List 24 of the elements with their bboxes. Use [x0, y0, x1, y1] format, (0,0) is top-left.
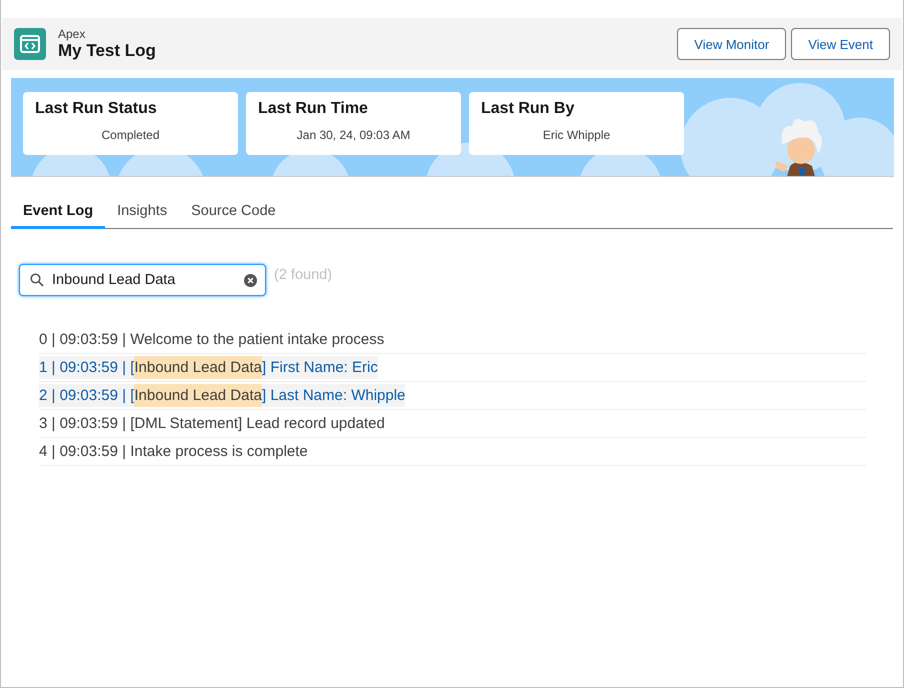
stat-label: Last Run By [481, 100, 576, 118]
page-title: My Test Log [58, 41, 156, 61]
stat-label: Last Run Time [258, 100, 369, 118]
tab[interactable]: Event Log [11, 193, 106, 229]
object-type-label: Apex [58, 27, 86, 41]
tab[interactable]: Insights [105, 193, 180, 229]
log-entry: 1 | 09:03:59 | [Inbound Lead Data] First Name: Eric [39, 356, 378, 379]
stat-value: Eric Whipple [542, 128, 612, 142]
stat-label: Last Run Status [35, 100, 158, 118]
result-count: (2 found) [274, 267, 332, 283]
log-entry: 0 | 09:03:59 | Welcome to the patient intake process [39, 330, 384, 350]
stat-value: Jan 30, 24, 09:03 AM [296, 128, 412, 142]
search-icon [30, 273, 44, 287]
search-field[interactable]: Inbound Lead Data [19, 264, 266, 296]
header-button[interactable]: View Monitor [677, 28, 786, 60]
tab[interactable]: Source Code [179, 193, 288, 229]
stat-value: Completed [100, 128, 161, 142]
search-input[interactable]: Inbound Lead Data [50, 271, 238, 289]
log-entry: 4 | 09:03:59 | Intake process is complete [39, 442, 308, 462]
code-window-icon [14, 28, 46, 60]
log-entry: 2 | 09:03:59 | [Inbound Lead Data] Last Name: Whipple [39, 384, 406, 407]
log-entry: 3 | 09:03:59 | [DML Statement] Lead record updated [39, 414, 385, 434]
clear-icon[interactable] [244, 274, 257, 286]
header-button[interactable]: View Event [791, 28, 890, 60]
